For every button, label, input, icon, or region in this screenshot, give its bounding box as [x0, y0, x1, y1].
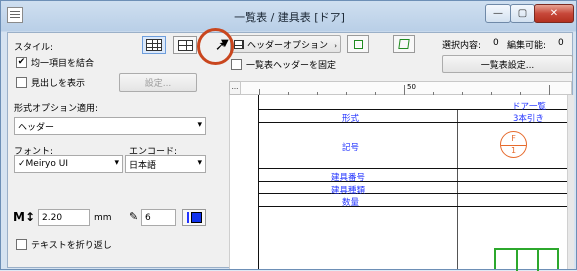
row-label-fitting-type: 建具種類 [331, 186, 366, 196]
mouse-cursor-icon: ➚ [215, 39, 226, 54]
merge-label: 均一項目を結合 [31, 59, 95, 69]
settings-button[interactable]: 設定... [119, 73, 197, 92]
pen-number-input[interactable]: 6 [141, 209, 176, 226]
wrap-checkbox-row[interactable]: テキストを折り返し [16, 238, 112, 251]
row-line [258, 206, 568, 207]
row-label-fitting-no: 建具番号 [331, 173, 366, 183]
header-option-label: ヘッダーオプション [247, 40, 329, 51]
form-value: 3本引き [513, 114, 544, 124]
close-icon: ✕ [549, 8, 559, 19]
schedule-canvas[interactable]: ドア一覧 形式 3本引き 記号 F 1 建具番号 建具種類 数量 [229, 95, 568, 271]
selection-label: 選択内容: [442, 41, 482, 51]
green-skew-icon [398, 39, 410, 49]
vertical-scrollbar[interactable] [567, 95, 574, 269]
style-list-button[interactable] [173, 36, 197, 54]
pen-color-bar [186, 212, 189, 223]
symbol-top-text: F [511, 134, 516, 143]
row-line [258, 193, 568, 194]
row-line [258, 181, 568, 182]
size-unit-label: mm [94, 213, 112, 223]
ruler-mark-label: 50 [407, 83, 416, 91]
fix-header-checkbox[interactable] [231, 59, 242, 70]
style-grid-button[interactable] [142, 36, 166, 54]
elevation-mullion [516, 250, 518, 271]
editable-count: 0 [558, 38, 564, 48]
header-table-icon [234, 39, 244, 49]
close-button[interactable]: ✕ [534, 4, 574, 23]
merge-checkbox-row[interactable]: ✔ 均一項目を結合 [16, 56, 94, 69]
title-bar[interactable]: 一覧表 / 建具表 [ドア] — ▢ ✕ [1, 1, 576, 31]
ruler-tick [404, 85, 405, 95]
horizontal-ruler: 50 [240, 81, 572, 95]
resize-frame-button[interactable] [393, 35, 415, 53]
row-label-form: 形式 [342, 114, 360, 124]
encode-select[interactable]: 日本語 [125, 155, 206, 173]
style-label: スタイル: [14, 43, 54, 53]
schedule-toolbar: ▼ ヘッダーオプション › 選択内容: 0 編集可能: 0 一覧表ヘッダーを固定 … [221, 33, 574, 73]
ruler-tick [549, 85, 550, 95]
submenu-arrow-icon: › [334, 42, 337, 50]
row-line [258, 168, 568, 169]
wrap-label: テキストを折り返し [31, 241, 112, 251]
row-label-quantity: 数量 [342, 198, 360, 208]
show-header-label: 見出しを表示 [31, 79, 86, 89]
wrap-checkbox[interactable] [16, 239, 27, 250]
merge-checkbox[interactable]: ✔ [16, 57, 27, 68]
minimize-button[interactable]: — [485, 4, 511, 23]
door-elevation-preview [494, 248, 559, 271]
font-select[interactable]: ✓Meiryo UI [14, 155, 123, 173]
elevation-mullion [537, 250, 539, 271]
show-header-checkbox-row[interactable]: 見出しを表示 [16, 76, 85, 89]
editable-label: 編集可能: [507, 41, 547, 51]
symbol-bottom-text: 1 [510, 146, 517, 155]
text-size-icon: M↕ [13, 210, 35, 224]
format-apply-select[interactable]: ヘッダー [14, 117, 206, 135]
format-sidebar: スタイル: ✔ 均一項目を結合 見出しを表示 設定... 形式オプション適用: ヘ… [8, 33, 218, 269]
text-size-input[interactable]: 2.20 [38, 209, 90, 226]
door-symbol: F 1 [500, 131, 527, 158]
window: 一覧表 / 建具表 [ドア] — ▢ ✕ スタイル: ✔ 均一項目を結合 見出しを… [0, 0, 577, 271]
pen-color-swatch [190, 212, 202, 223]
table-grid-icon [146, 39, 162, 51]
pen-icon: ✎ [129, 210, 139, 223]
minimize-icon: — [493, 8, 503, 19]
fit-frame-button[interactable] [347, 35, 369, 53]
schedule-settings-button[interactable]: 一覧表設定... [442, 55, 573, 73]
content-area: スタイル: ✔ 均一項目を結合 見出しを表示 設定... 形式オプション適用: ヘ… [7, 32, 574, 271]
format-apply-label: 形式オプション適用: [14, 104, 99, 114]
fix-header-checkbox-row[interactable]: 一覧表ヘッダーを固定 [231, 58, 336, 71]
fix-header-label: 一覧表ヘッダーを固定 [246, 61, 337, 71]
maximize-button[interactable]: ▢ [510, 4, 535, 23]
header-option-button[interactable]: ヘッダーオプション › [230, 35, 341, 53]
selection-count: 0 [493, 38, 499, 48]
schedule-header: ドア一覧 [512, 102, 547, 112]
row-label-symbol: 記号 [342, 143, 360, 153]
maximize-icon: ▢ [517, 8, 528, 19]
table-list-icon [177, 39, 193, 51]
pen-color-button[interactable] [182, 209, 206, 226]
show-header-checkbox[interactable] [16, 77, 27, 88]
green-frame-icon [353, 39, 363, 49]
column-divider [457, 110, 458, 269]
